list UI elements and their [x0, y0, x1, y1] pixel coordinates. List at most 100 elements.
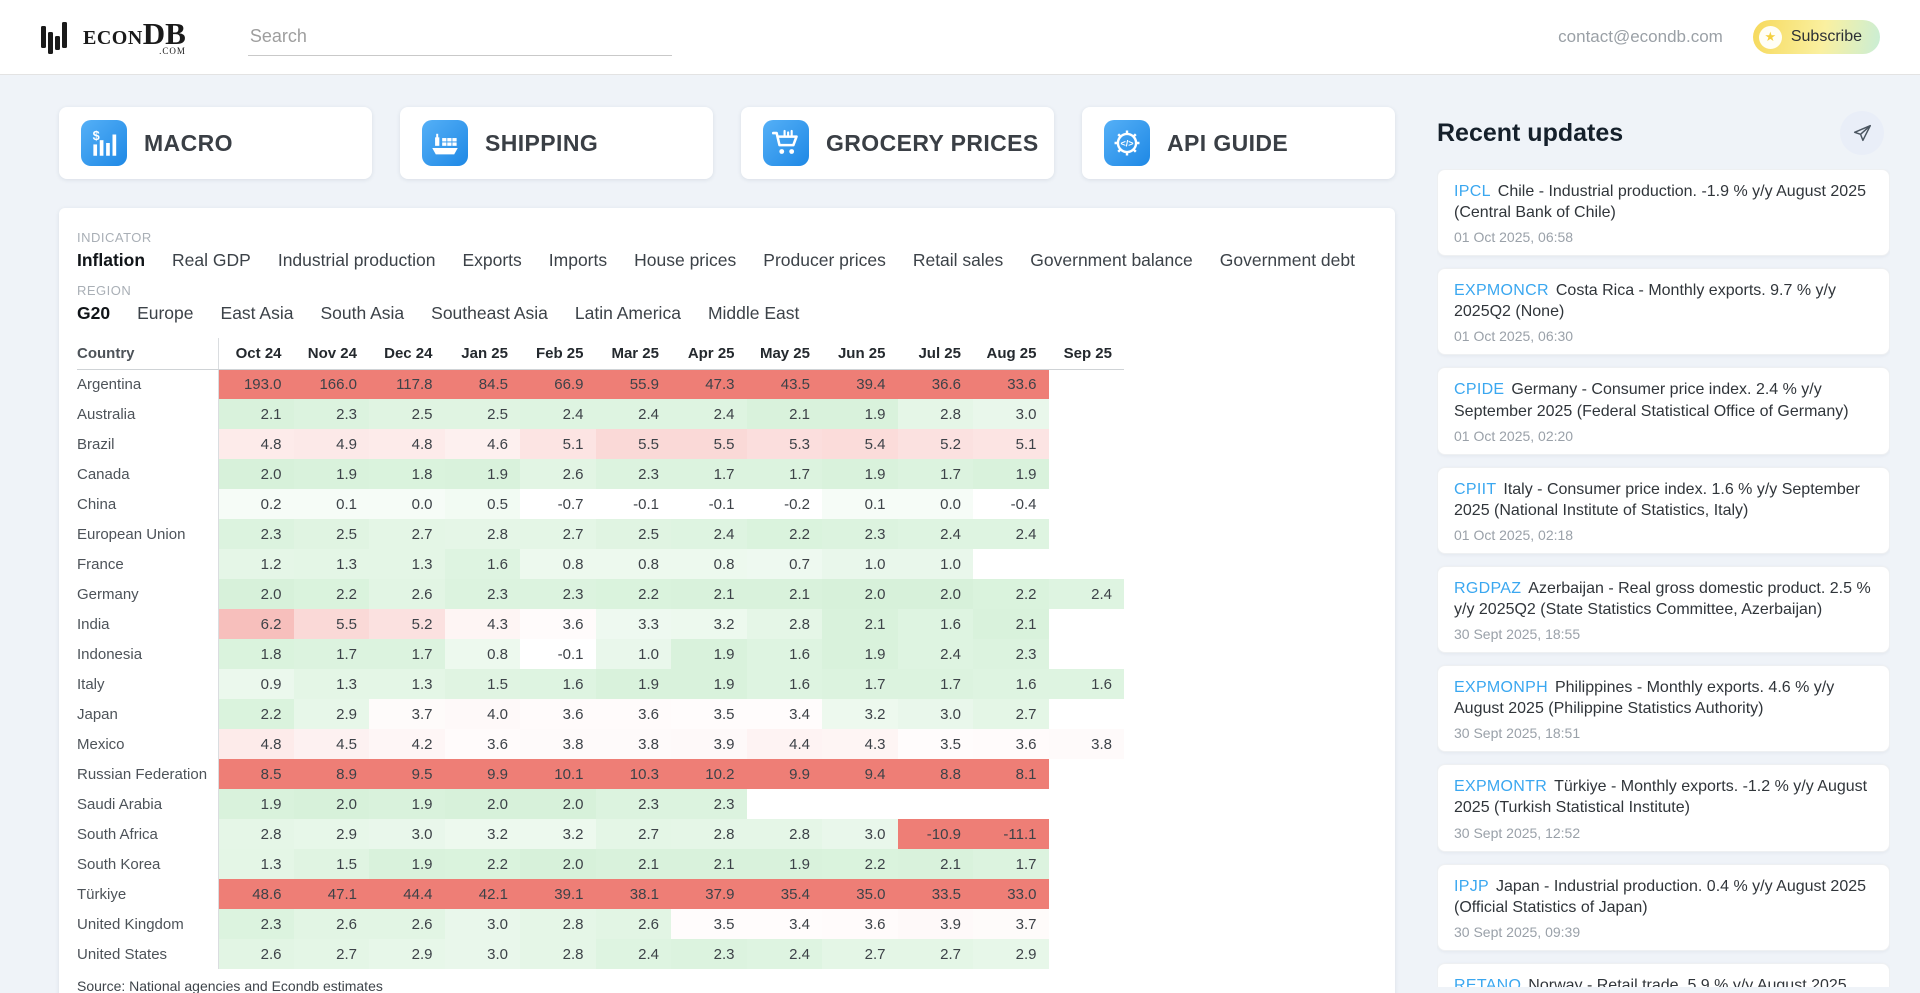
value-cell: 5.5: [596, 429, 672, 459]
update-item-expmonph[interactable]: EXPMONPHPhilippines - Monthly exports. 4…: [1437, 665, 1890, 752]
update-text: Chile - Industrial production. -1.9 % y/…: [1454, 183, 1866, 221]
value-cell: 2.6: [218, 939, 294, 969]
update-item-cpiit[interactable]: CPIITItaly - Consumer price index. 1.6 %…: [1437, 467, 1890, 554]
value-cell: 1.9: [822, 459, 898, 489]
nav-card-shipping[interactable]: SHIPPING: [400, 107, 713, 179]
value-cell: [1049, 369, 1125, 399]
logo-db: DB: [143, 18, 186, 49]
region-tab-middle-east[interactable]: Middle East: [708, 303, 799, 324]
country-cell: South Korea: [77, 849, 218, 879]
update-ticker-code[interactable]: CPIIT: [1454, 481, 1496, 498]
value-cell: 2.7: [973, 699, 1049, 729]
update-ticker-code[interactable]: RGDPAZ: [1454, 580, 1521, 597]
update-ticker-code[interactable]: EXPMONTR: [1454, 778, 1547, 795]
nav-card-macro[interactable]: $MACRO: [59, 107, 372, 179]
nav-card-label: API GUIDE: [1167, 130, 1288, 157]
indicator-tab-producer-prices[interactable]: Producer prices: [763, 250, 886, 271]
value-cell: 1.0: [822, 549, 898, 579]
table-row-china: China0.20.10.00.5-0.7-0.1-0.1-0.20.10.0-…: [77, 489, 1124, 519]
country-cell: Australia: [77, 399, 218, 429]
value-cell: 42.1: [445, 879, 521, 909]
value-cell: 1.6: [898, 609, 974, 639]
update-item-rgdpaz[interactable]: RGDPAZAzerbaijan - Real gross domestic p…: [1437, 566, 1890, 653]
update-text: Japan - Industrial production. 0.4 % y/y…: [1454, 878, 1866, 916]
update-ticker-code[interactable]: EXPMONPH: [1454, 679, 1548, 696]
update-ticker-code[interactable]: RETANO: [1454, 977, 1521, 987]
value-cell: 2.3: [520, 579, 596, 609]
search-input[interactable]: [248, 18, 672, 56]
value-cell: 33.0: [973, 879, 1049, 909]
update-ticker-code[interactable]: CPIDE: [1454, 381, 1504, 398]
value-cell: 3.2: [445, 819, 521, 849]
value-cell: 0.5: [445, 489, 521, 519]
logo[interactable]: econDB .com: [37, 17, 186, 57]
recent-updates-panel: Recent updates IPCLChile - Industrial pr…: [1437, 111, 1890, 987]
value-cell: 2.1: [218, 399, 294, 429]
send-button[interactable]: [1840, 111, 1884, 155]
region-tab-south-asia[interactable]: South Asia: [320, 303, 404, 324]
value-cell: [1049, 909, 1125, 939]
value-cell: 1.7: [898, 669, 974, 699]
table-row-saudi-arabia: Saudi Arabia1.92.01.92.02.02.32.3: [77, 789, 1124, 819]
update-item-expmoncr[interactable]: EXPMONCRCosta Rica - Monthly exports. 9.…: [1437, 268, 1890, 355]
indicator-tab-exports[interactable]: Exports: [462, 250, 521, 271]
region-tab-southeast-asia[interactable]: Southeast Asia: [431, 303, 548, 324]
value-cell: 2.7: [596, 819, 672, 849]
value-cell: 1.3: [294, 669, 370, 699]
update-item-ipcl[interactable]: IPCLChile - Industrial production. -1.9 …: [1437, 169, 1890, 256]
value-cell: 3.4: [747, 699, 823, 729]
value-cell: 1.9: [369, 849, 445, 879]
update-item-expmontr[interactable]: EXPMONTRTürkiye - Monthly exports. -1.2 …: [1437, 764, 1890, 851]
value-cell: 4.9: [294, 429, 370, 459]
value-cell: 3.8: [1049, 729, 1125, 759]
column-header: Apr 25: [671, 338, 747, 369]
value-cell: 4.6: [445, 429, 521, 459]
region-tab-east-asia[interactable]: East Asia: [221, 303, 294, 324]
value-cell: -0.1: [671, 489, 747, 519]
region-tab-europe[interactable]: Europe: [137, 303, 193, 324]
value-cell: 2.8: [218, 819, 294, 849]
value-cell: 2.2: [973, 579, 1049, 609]
nav-card-grocery-prices[interactable]: GROCERY PRICES: [741, 107, 1054, 179]
table-row-germany: Germany2.02.22.62.32.32.22.12.12.02.02.2…: [77, 579, 1124, 609]
value-cell: 4.5: [294, 729, 370, 759]
indicator-tab-retail-sales[interactable]: Retail sales: [913, 250, 1003, 271]
indicator-tab-industrial-production[interactable]: Industrial production: [278, 250, 436, 271]
value-cell: 1.0: [898, 549, 974, 579]
value-cell: 4.8: [218, 429, 294, 459]
header: econDB .com contact@econdb.com ★ Subscri…: [0, 0, 1920, 75]
update-item-cpide[interactable]: CPIDEGermany - Consumer price index. 2.4…: [1437, 367, 1890, 454]
update-ticker-code[interactable]: IPCL: [1454, 183, 1491, 200]
indicator-tab-government-debt[interactable]: Government debt: [1220, 250, 1355, 271]
indicator-tab-imports[interactable]: Imports: [549, 250, 607, 271]
update-text: Germany - Consumer price index. 2.4 % y/…: [1454, 381, 1849, 419]
value-cell: 0.8: [520, 549, 596, 579]
indicator-tab-real-gdp[interactable]: Real GDP: [172, 250, 251, 271]
value-cell: 3.8: [596, 729, 672, 759]
value-cell: 2.1: [671, 579, 747, 609]
value-cell: 2.7: [898, 939, 974, 969]
update-ticker-code[interactable]: EXPMONCR: [1454, 282, 1549, 299]
country-cell: Argentina: [77, 369, 218, 399]
value-cell: 2.4: [596, 939, 672, 969]
update-item-retano[interactable]: RETANONorway - Retail trade. 5.9 % y/y A…: [1437, 963, 1890, 987]
value-cell: -0.1: [596, 489, 672, 519]
value-cell: 3.0: [898, 699, 974, 729]
indicator-tab-inflation[interactable]: Inflation: [77, 250, 145, 271]
value-cell: 3.0: [445, 909, 521, 939]
value-cell: 2.6: [294, 909, 370, 939]
update-item-ipjp[interactable]: IPJPJapan - Industrial production. 0.4 %…: [1437, 864, 1890, 951]
value-cell: [1049, 939, 1125, 969]
table-row-united-states: United States2.62.72.93.02.82.42.32.42.7…: [77, 939, 1124, 969]
value-cell: -10.9: [898, 819, 974, 849]
region-tab-g20[interactable]: G20: [77, 303, 110, 324]
subscribe-button[interactable]: ★ Subscribe: [1753, 20, 1880, 54]
contact-email[interactable]: contact@econdb.com: [1558, 27, 1723, 47]
indicator-tab-house-prices[interactable]: House prices: [634, 250, 736, 271]
region-tab-latin-america[interactable]: Latin America: [575, 303, 681, 324]
grocery-cart-icon: [763, 120, 809, 166]
indicator-tab-government-balance[interactable]: Government balance: [1030, 250, 1192, 271]
value-cell: 166.0: [294, 369, 370, 399]
nav-card-api-guide[interactable]: </>API GUIDE: [1082, 107, 1395, 179]
update-ticker-code[interactable]: IPJP: [1454, 878, 1489, 895]
